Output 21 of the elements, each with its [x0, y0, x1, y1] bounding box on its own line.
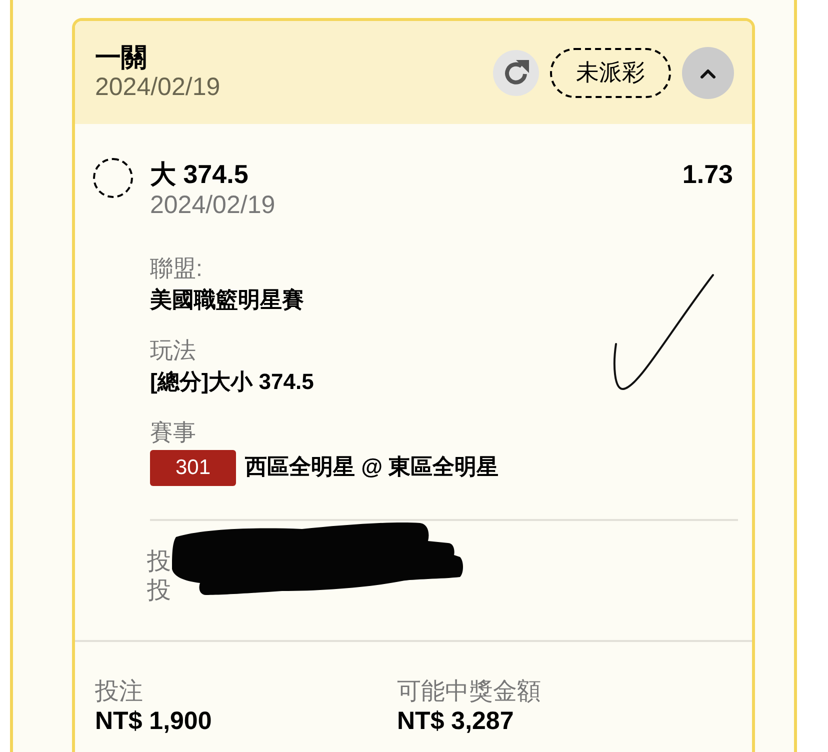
total-amount: NT$ 1,900: [95, 707, 212, 735]
detail-label: 賽事: [150, 418, 196, 447]
total-label: 可能中獎金額: [397, 677, 541, 707]
refresh-button[interactable]: [493, 50, 539, 96]
selection-date: 2024/02/19: [150, 190, 276, 220]
total-label: 投注: [95, 677, 143, 707]
redacted-text: 投: [147, 576, 171, 605]
redacted-text: 投: [147, 547, 171, 576]
detail-label: 聯盟:: [150, 254, 202, 283]
bet-date: 2024/02/19: [95, 72, 220, 103]
detail-value: 美國職籃明星賽: [150, 286, 304, 314]
selection-name: 大 374.5: [150, 158, 248, 190]
detail-value: 西區全明星 @ 東區全明星: [245, 453, 499, 481]
detail-label: 玩法: [150, 336, 196, 365]
collapse-button[interactable]: [682, 46, 734, 98]
detail-value: [總分]大小 374.5: [150, 368, 314, 396]
status-tag: 未派彩: [550, 48, 671, 98]
odds-value: 1.73: [682, 158, 733, 190]
bet-title: 一關: [95, 42, 148, 72]
game-code-tag: 301: [150, 450, 236, 486]
total-amount: NT$ 3,287: [397, 707, 514, 735]
